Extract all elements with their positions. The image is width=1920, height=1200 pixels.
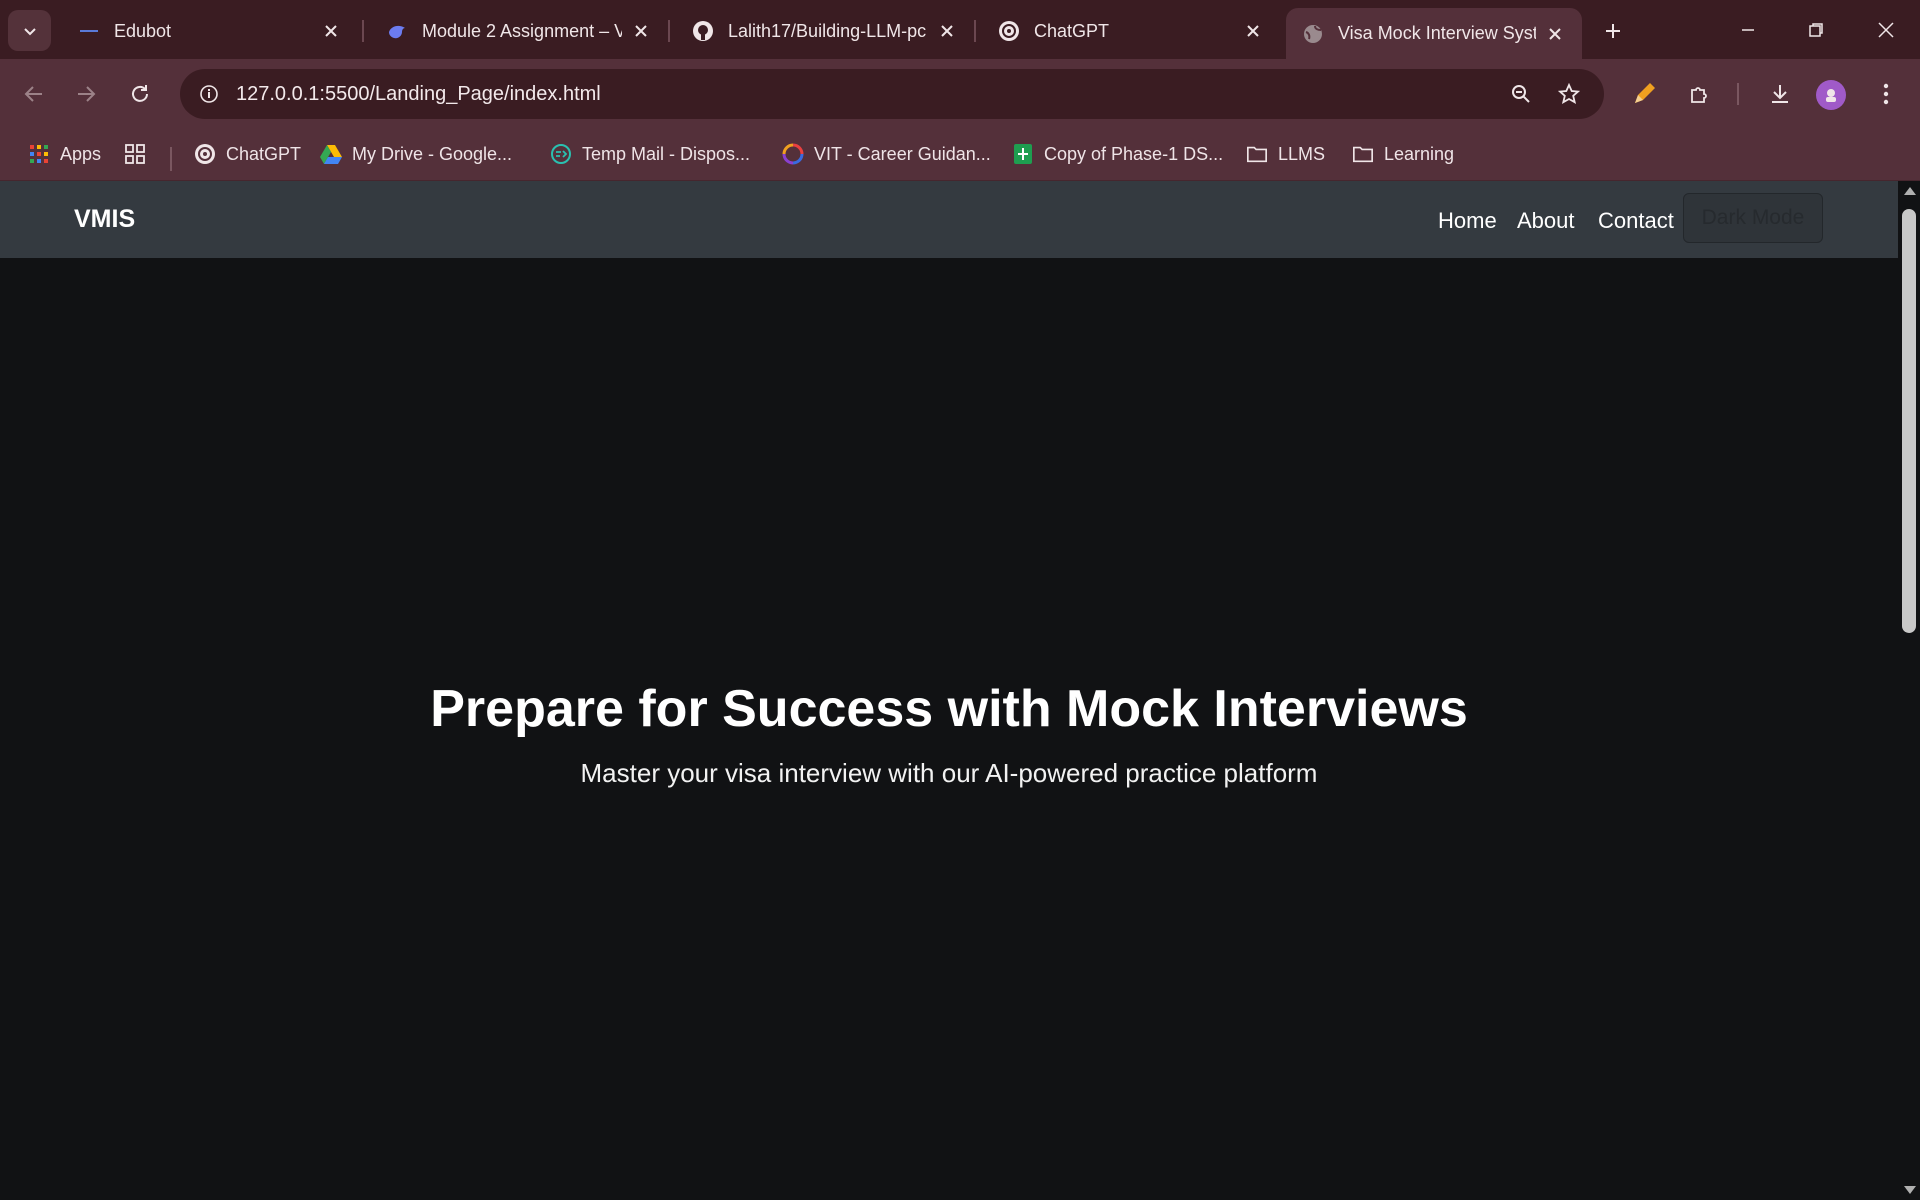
toolbar-separator	[1737, 83, 1739, 105]
tab-module2[interactable]: Module 2 Assignment – V	[370, 8, 668, 54]
bookmark-vit-career[interactable]: VIT - Career Guidan...	[782, 137, 991, 171]
close-icon[interactable]	[1544, 23, 1566, 45]
bookmark-label: VIT - Career Guidan...	[814, 143, 991, 164]
tab-title: Edubot	[114, 20, 172, 41]
edubot-icon	[78, 20, 100, 42]
apps-grid-icon	[28, 143, 50, 165]
chevron-down-icon	[23, 27, 36, 35]
tab-title: Module 2 Assignment – V	[422, 20, 622, 41]
bookmark-my-drive[interactable]: My Drive - Google...	[320, 137, 512, 171]
restore-button[interactable]	[1782, 0, 1850, 59]
minimize-icon	[1742, 28, 1754, 31]
deepseek-icon	[386, 20, 408, 42]
reload-icon	[132, 85, 148, 102]
nav-link-about[interactable]: About	[1517, 208, 1575, 234]
bookmark-label: Apps	[60, 143, 102, 164]
menu-kebab-icon[interactable]	[1866, 74, 1906, 114]
bookmark-label: My Drive - Google...	[352, 143, 513, 164]
new-tab-button[interactable]	[1596, 14, 1630, 48]
tab-title: ChatGPT	[1034, 20, 1110, 41]
vit-icon	[782, 143, 804, 165]
folder-icon	[1246, 143, 1268, 165]
bookmark-apps[interactable]: Apps	[28, 137, 101, 171]
bookmark-phase1[interactable]: Copy of Phase-1 DS...	[1012, 137, 1223, 171]
bookmark-label: Learning	[1384, 143, 1455, 164]
globe-icon	[1302, 23, 1324, 45]
close-icon[interactable]	[320, 20, 342, 42]
scroll-down-arrow-icon[interactable]	[1904, 1186, 1916, 1194]
close-window-button[interactable]	[1852, 0, 1920, 59]
forward-button[interactable]	[66, 74, 106, 114]
bookmark-label: LLMS	[1278, 143, 1326, 164]
hero-subtitle: Master your visa interview with our AI-p…	[580, 758, 1318, 788]
bookmark-folder-llms[interactable]: LLMS	[1246, 137, 1325, 171]
scroll-up-arrow-icon[interactable]	[1904, 187, 1916, 195]
arrow-right-icon	[78, 86, 96, 102]
restore-icon	[1809, 22, 1823, 37]
nav-link-contact[interactable]: Contact	[1598, 208, 1674, 234]
close-icon	[1878, 21, 1894, 38]
bookmark-chatgpt[interactable]: ChatGPT	[194, 137, 301, 171]
tab-groups-icon	[124, 143, 146, 165]
bookmark-star-icon[interactable]	[1554, 79, 1584, 109]
close-icon[interactable]	[1242, 20, 1264, 42]
tab-separator	[974, 20, 976, 42]
tab-edubot[interactable]: Edubot	[62, 8, 358, 54]
bookmark-label: Temp Mail - Dispos...	[582, 143, 751, 164]
bookmark-temp-mail[interactable]: Temp Mail - Dispos...	[550, 137, 750, 171]
chatgpt-icon	[194, 143, 216, 165]
url-text[interactable]: 127.0.0.1:5500/Landing_Page/index.html	[236, 83, 601, 106]
tab-search-button[interactable]	[8, 10, 51, 51]
site-info-icon[interactable]	[194, 79, 224, 109]
bookmark-label: Copy of Phase-1 DS...	[1044, 143, 1224, 164]
zoom-icon[interactable]	[1506, 79, 1536, 109]
plus-icon	[1606, 24, 1620, 38]
chatgpt-icon	[998, 20, 1020, 42]
tab-separator	[668, 20, 670, 42]
address-bar[interactable]: 127.0.0.1:5500/Landing_Page/index.html	[180, 69, 1604, 119]
bookmark-label: ChatGPT	[226, 143, 302, 164]
download-icon[interactable]	[1760, 74, 1800, 114]
tab-visa-mock-interview[interactable]: Visa Mock Interview Syste	[1286, 8, 1582, 59]
tab-chatgpt[interactable]: ChatGPT	[982, 8, 1280, 54]
arrow-left-icon	[24, 86, 42, 102]
temp-mail-icon	[550, 143, 572, 165]
github-icon	[692, 20, 714, 42]
browser-toolbar: 127.0.0.1:5500/Landing_Page/index.html	[0, 59, 1920, 129]
bookmarks-bar: Apps ChatGPT My Drive - Google... Temp M…	[0, 129, 1920, 181]
site-navbar: VMIS Home About Contact Dark Mode	[0, 181, 1898, 258]
extensions-icon[interactable]	[1680, 74, 1720, 114]
profile-avatar[interactable]	[1816, 80, 1846, 110]
close-icon[interactable]	[936, 20, 958, 42]
tab-groups-button[interactable]	[124, 137, 156, 171]
site-brand[interactable]: VMIS	[74, 205, 135, 234]
tab-strip: Edubot Module 2 Assignment – V Lalith17/…	[0, 0, 1920, 59]
close-icon[interactable]	[630, 20, 652, 42]
minimize-button[interactable]	[1714, 0, 1782, 59]
folder-icon	[1352, 143, 1374, 165]
page-content: VMIS Home About Contact Dark Mode Prepar…	[0, 181, 1898, 1200]
reload-button[interactable]	[120, 74, 160, 114]
google-drive-icon	[320, 143, 342, 165]
scroll-thumb[interactable]	[1902, 209, 1916, 633]
tab-separator	[362, 20, 364, 42]
back-button[interactable]	[14, 74, 54, 114]
nav-link-home[interactable]: Home	[1438, 208, 1497, 234]
pencil-extension-icon[interactable]	[1624, 74, 1664, 114]
tab-github[interactable]: Lalith17/Building-LLM-pc	[676, 8, 974, 54]
hero-title: Prepare for Success with Mock Interviews	[430, 680, 1468, 738]
page-scrollbar[interactable]	[1898, 181, 1920, 1200]
dark-mode-button[interactable]: Dark Mode	[1683, 193, 1823, 243]
tab-title: Lalith17/Building-LLM-pc	[728, 20, 927, 41]
tab-title: Visa Mock Interview Syste	[1338, 23, 1536, 43]
bookmark-folder-learning[interactable]: Learning	[1352, 137, 1454, 171]
sheets-icon	[1012, 143, 1034, 165]
bookmark-separator	[170, 147, 172, 171]
